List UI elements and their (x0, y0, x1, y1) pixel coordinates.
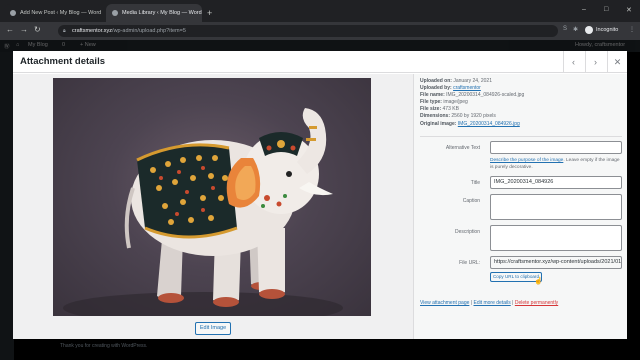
file-details: Uploaded on: January 24, 2021 Uploaded b… (420, 78, 524, 128)
alt-text-help: Describe the purpose of the image. Leave… (490, 158, 622, 171)
comments-count[interactable]: 0 (62, 42, 65, 48)
tab-label: Add New Post ‹ My Blog — Word (20, 10, 102, 16)
alt-text-input[interactable] (490, 141, 622, 154)
file-type-value: image/jpeg (443, 99, 468, 106)
file-size-value: 473 KB (442, 106, 459, 113)
section-divider (420, 136, 622, 137)
address-path: /wp-admin/upload.php?item=5 (112, 28, 186, 34)
tab-strip: Add New Post ‹ My Blog — Word ✕ Media Li… (0, 0, 640, 22)
attachment-media-view: Edit Image (13, 74, 413, 339)
description-textarea[interactable] (490, 225, 622, 251)
previous-attachment-button[interactable]: ‹ (563, 51, 583, 73)
wp-footer-text: Thank you for creating with WordPress. (60, 343, 148, 349)
title-label: Title (470, 180, 480, 186)
home-icon[interactable]: ⌂ (16, 42, 19, 48)
file-type-label: File type: (420, 99, 442, 106)
file-name-label: File name: (420, 92, 445, 99)
menu-dots-icon[interactable]: ⋮ (629, 26, 635, 33)
attachment-details-modal: Attachment details ‹ › ✕ Edit Image Uplo… (13, 51, 627, 339)
separator: | (470, 300, 473, 306)
wordpress-favicon-icon (112, 10, 118, 16)
tab-label: Media Library ‹ My Blog — Word (122, 10, 202, 16)
file-url-label: File URL: (459, 260, 480, 266)
wordpress-logo-icon[interactable]: Ⓦ (4, 42, 10, 50)
wordpress-favicon-icon (10, 10, 16, 16)
original-image-link[interactable]: IMG_20200314_084926.jpg (458, 121, 520, 127)
attachment-actions: View attachment page | Edit more details… (420, 300, 558, 306)
dimensions-value: 2560 by 1920 pixels (451, 113, 496, 120)
incognito-indicator[interactable]: Incognito (585, 26, 618, 34)
browser-toolbar: ← → ↻ 🔒︎ craftsmentor.xyz/wp-admin/uploa… (0, 22, 640, 40)
address-bar[interactable]: 🔒︎ craftsmentor.xyz/wp-admin/upload.php?… (58, 25, 558, 37)
incognito-icon (585, 26, 593, 34)
uploaded-on-value: January 24, 2021 (453, 78, 492, 84)
next-attachment-button[interactable]: › (585, 51, 605, 73)
delete-permanently-link[interactable]: Delete permanently (515, 300, 558, 306)
minimize-button[interactable]: – (582, 6, 586, 13)
site-name[interactable]: My Blog (28, 42, 48, 48)
uploaded-by-link[interactable]: craftsmentor (453, 85, 481, 91)
extensions-puzzle-icon[interactable]: ✱ (573, 26, 578, 33)
file-size-label: File size: (420, 106, 442, 113)
elephant-figurine-image (63, 108, 343, 316)
site-settings-icon[interactable]: S (563, 26, 567, 32)
edit-image-button[interactable]: Edit Image (195, 322, 231, 335)
lock-icon: 🔒︎ (63, 28, 66, 34)
wp-admin-sidebar (0, 52, 14, 360)
modal-title: Attachment details (20, 56, 105, 67)
attachment-image (53, 78, 371, 316)
caption-textarea[interactable] (490, 194, 622, 220)
reload-icon[interactable]: ↻ (34, 25, 41, 34)
howdy-user[interactable]: Howdy, craftsmentor (575, 42, 625, 48)
close-modal-button[interactable]: ✕ (607, 51, 627, 73)
view-attachment-link[interactable]: View attachment page (420, 300, 469, 306)
address-host: craftsmentor.xyz (72, 28, 113, 34)
new-content-button[interactable]: + New (80, 42, 96, 48)
edit-more-details-link[interactable]: Edit more details (473, 300, 510, 306)
tab-media-library[interactable]: Media Library ‹ My Blog — Word ✕ (106, 4, 202, 22)
mouse-pointer-icon: ☝ (534, 278, 543, 285)
description-label: Description (454, 229, 480, 235)
alt-text-label: Alternative Text (445, 145, 480, 151)
file-name-value: IMG_20200314_084926-scaled.jpg (446, 92, 525, 99)
uploaded-on-label: Uploaded on: (420, 78, 452, 84)
dimensions-label: Dimensions: (420, 113, 451, 120)
separator: | (512, 300, 514, 306)
back-arrow-icon[interactable]: ← (6, 25, 14, 34)
caption-label: Caption (462, 198, 480, 204)
new-tab-button[interactable]: + (207, 8, 212, 18)
forward-arrow-icon[interactable]: → (20, 25, 28, 34)
maximize-button[interactable]: □ (604, 6, 608, 13)
file-url-input[interactable]: https://craftsmentor.xyz/wp-content/uplo… (490, 256, 622, 269)
original-image-label: Original image: (420, 120, 457, 127)
attachment-info-panel: Uploaded on: January 24, 2021 Uploaded b… (413, 74, 627, 339)
alt-text-help-link[interactable]: Describe the purpose of the image (490, 158, 563, 163)
browser-chrome: Add New Post ‹ My Blog — Word ✕ Media Li… (0, 0, 640, 40)
window-close-button[interactable]: ✕ (626, 6, 632, 14)
uploaded-by-label: Uploaded by: (420, 85, 452, 92)
title-input[interactable]: IMG_20200314_084926 (490, 176, 622, 189)
incognito-label: Incognito (596, 27, 619, 33)
tab-add-new-post[interactable]: Add New Post ‹ My Blog — Word ✕ (4, 4, 104, 22)
modal-header: Attachment details ‹ › ✕ (13, 51, 627, 73)
